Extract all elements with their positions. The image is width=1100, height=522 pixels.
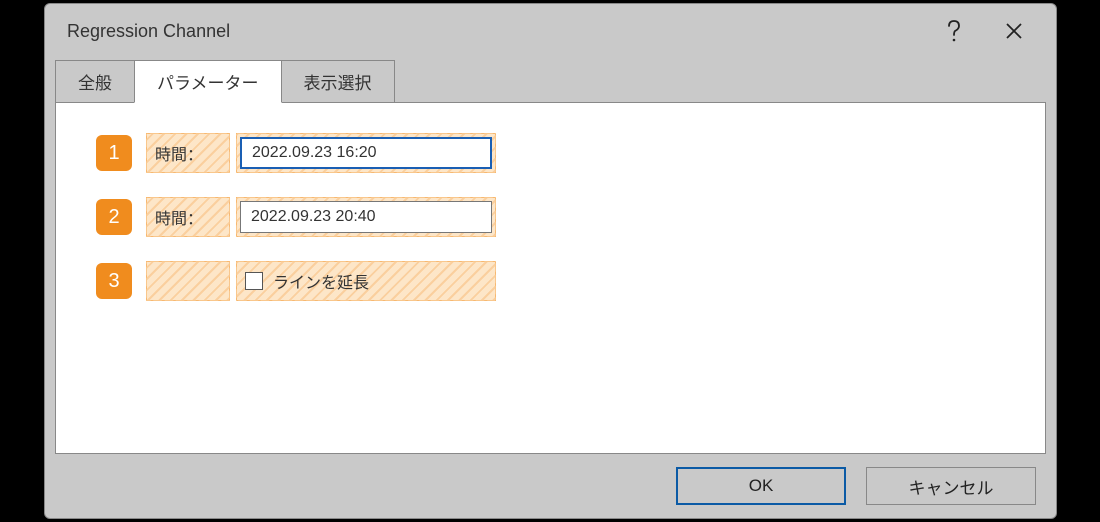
time-input-1[interactable]: 2022.09.23 16:20 [240, 137, 492, 169]
annotation-badge-1: 1 [96, 135, 132, 171]
extend-line-label: ラインを延長 [273, 269, 369, 293]
cancel-button[interactable]: キャンセル [866, 467, 1036, 505]
tab-parameters[interactable]: パラメーター [134, 60, 282, 103]
param-row-1: 1 時間： 2022.09.23 16:20 [96, 133, 1005, 173]
annotation-badge-3: 3 [96, 263, 132, 299]
extend-line-checkbox-wrap[interactable]: ラインを延長 [236, 261, 496, 301]
time-input-wrap-1: 2022.09.23 16:20 [236, 133, 496, 173]
titlebar: Regression Channel [45, 4, 1056, 58]
extend-line-checkbox[interactable] [245, 272, 263, 290]
dialog-window: Regression Channel 全般 パラメーター 表示選択 1 時間： … [44, 3, 1057, 519]
dialog-title: Regression Channel [67, 21, 924, 42]
help-icon [947, 20, 961, 42]
help-button[interactable] [924, 11, 984, 51]
time-input-wrap-2: 2022.09.23 20:40 [236, 197, 496, 237]
tab-content: 1 時間： 2022.09.23 16:20 2 時間： 2022.09.23 … [55, 102, 1046, 454]
tab-general[interactable]: 全般 [55, 60, 135, 102]
param-row-3: 3 ラインを延長 [96, 261, 1005, 301]
close-icon [1005, 22, 1023, 40]
tab-strip: 全般 パラメーター 表示選択 [45, 58, 1056, 102]
close-button[interactable] [984, 11, 1044, 51]
empty-label-3 [146, 261, 230, 301]
ok-button[interactable]: OK [676, 467, 846, 505]
tab-display[interactable]: 表示選択 [281, 60, 395, 102]
time-input-2[interactable]: 2022.09.23 20:40 [240, 201, 492, 233]
param-row-2: 2 時間： 2022.09.23 20:40 [96, 197, 1005, 237]
button-row: OK キャンセル [45, 454, 1056, 518]
time-label-2: 時間： [146, 197, 230, 237]
annotation-badge-2: 2 [96, 199, 132, 235]
time-label-1: 時間： [146, 133, 230, 173]
